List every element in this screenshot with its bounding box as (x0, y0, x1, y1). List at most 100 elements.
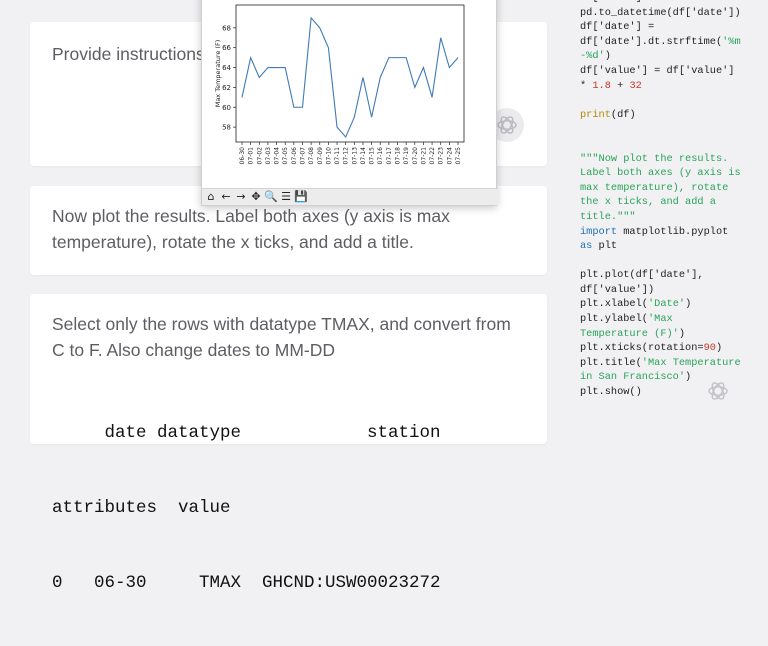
code-token: 1.8 (592, 80, 611, 92)
zoom-icon[interactable]: 🔍 (264, 190, 278, 204)
code-token: """Now plot the results. (580, 153, 728, 165)
x-tick-label: 07-02 (256, 147, 263, 165)
code-line: title.""" (580, 210, 741, 225)
x-tick-label: 07-20 (412, 147, 419, 165)
output-line: attributes value (52, 496, 441, 521)
code-token: import (580, 226, 617, 238)
code-token: df['value']) (580, 284, 654, 296)
code-line: plt.xlabel('Date') (580, 297, 741, 312)
matplotlib-figure-window[interactable]: 58 60 62 64 66 68 06-3007-0107-0207-0307-04 07-… (201, 0, 497, 206)
code-token: ) (679, 328, 685, 340)
code-token: plt.show() (580, 386, 642, 398)
code-line: ​ (580, 93, 741, 108)
code-line: plt.title('Max Temperature (580, 356, 741, 371)
code-line: * 1.8 + 32 (580, 79, 741, 94)
code-line: print(df) (580, 108, 741, 123)
code-token: max temperature), rotate (580, 182, 728, 194)
code-token: 'Max Temperature (642, 357, 741, 369)
x-tick-label: 07-13 (351, 147, 358, 165)
python-code-block: df['date'] =pd.to_datetime(df['date'])df… (580, 0, 741, 400)
code-panel: df['date'] =pd.to_datetime(df['date'])df… (560, 0, 768, 432)
code-token: '%m (722, 36, 741, 48)
x-tick-label: 07-21 (420, 147, 427, 165)
y-tick-label: 62 (222, 84, 231, 92)
y-tick-label: 64 (222, 64, 231, 72)
x-tick-label: 07-17 (386, 147, 393, 165)
code-token: plt.xticks(rotation= (580, 342, 704, 354)
code-token: plt.title( (580, 357, 642, 369)
x-tick-label: 07-18 (395, 147, 402, 165)
x-tick-label: 07-08 (308, 147, 315, 165)
save-icon[interactable]: 💾 (294, 190, 308, 204)
code-token: plt.ylabel( (580, 313, 648, 325)
code-token: title.""" (580, 211, 636, 223)
code-line: pd.to_datetime(df['date']) (580, 6, 741, 21)
code-token: df['date'].dt.strftime( (580, 36, 722, 48)
code-line: df['value']) (580, 283, 741, 298)
code-line: plt.xticks(rotation=90) (580, 341, 741, 356)
code-token: df['date'] = (580, 0, 654, 4)
home-icon[interactable]: ⌂ (204, 190, 218, 204)
output-line: 0 06-30 TMAX GHCND:USW00023272 (52, 571, 441, 596)
x-tick-label: 06-30 (239, 147, 246, 165)
x-tick-label: 07-19 (403, 147, 410, 165)
prompt-card-select-rows[interactable]: Select only the rows with datatype TMAX,… (30, 294, 547, 444)
code-token: the x ticks, and add a (580, 196, 716, 208)
code-line: Temperature (F)') (580, 327, 741, 342)
x-tick-label: 07-12 (343, 147, 350, 165)
y-tick-label: 60 (222, 104, 231, 112)
code-line: ​ (580, 122, 741, 137)
y-tick-label: 68 (222, 24, 231, 32)
code-line: plt.show() (580, 385, 741, 400)
pan-icon[interactable]: ✥ (249, 190, 263, 204)
code-token: Temperature (F)' (580, 328, 679, 340)
output-line: date datatype station (52, 421, 441, 446)
code-line: max temperature), rotate (580, 181, 741, 196)
prompt-text: Select only the rows with datatype TMAX,… (52, 311, 525, 363)
forward-arrow-icon[interactable]: → (234, 190, 248, 204)
y-axis-label: Max Temperature (F) (214, 40, 222, 108)
figure-toolbar: ⌂←→✥🔍☰💾 (202, 188, 498, 205)
code-token: 'Date' (648, 298, 685, 310)
x-tick-label: 07-07 (299, 147, 306, 165)
code-line: as plt (580, 239, 741, 254)
x-tick-label: 07-11 (334, 147, 341, 165)
x-tick-label: 07-06 (291, 147, 298, 165)
y-tick-label: 66 (222, 44, 231, 52)
code-token: 90 (704, 342, 716, 354)
configure-icon[interactable]: ☰ (279, 190, 293, 204)
prompt-text: Now plot the results. Label both axes (y… (52, 203, 525, 255)
code-token: plt (592, 240, 617, 252)
code-line: df['value'] = df['value'] (580, 64, 741, 79)
code-line: ​ (580, 137, 741, 152)
code-line: the x ticks, and add a (580, 195, 741, 210)
code-token: print (580, 109, 611, 121)
code-token: (df) (611, 109, 636, 121)
code-line: df['date'].dt.strftime('%m (580, 35, 741, 50)
code-token: ) (605, 50, 611, 62)
x-tick-label: 07-04 (274, 147, 281, 165)
code-token: ) (685, 298, 691, 310)
code-token: df['value'] = df['value'] (580, 65, 734, 77)
code-token: ) (685, 371, 691, 383)
chat-column: Provide instructions Now plot the result… (0, 0, 572, 432)
code-token: matplotlib.pyplot (617, 226, 728, 238)
code-token: -%d' (580, 50, 605, 62)
plot-area (236, 5, 464, 142)
temperature-line-chart: 58 60 62 64 66 68 06-3007-0107-0207-0307-04 07-… (202, 0, 496, 189)
code-token: df['date'] = (580, 21, 654, 33)
code-line: plt.plot(df['date'], (580, 268, 741, 283)
code-token: 32 (629, 80, 641, 92)
code-token: plt.xlabel( (580, 298, 648, 310)
code-line: df['date'] = (580, 20, 741, 35)
code-line: """Now plot the results. (580, 152, 741, 167)
back-arrow-icon[interactable]: ← (219, 190, 233, 204)
x-tick-label: 07-01 (248, 147, 255, 165)
x-tick-label: 07-03 (265, 147, 272, 165)
y-tick-label: 58 (222, 124, 231, 132)
code-token: * (580, 80, 592, 92)
x-tick-label: 07-15 (369, 147, 376, 165)
code-token: pd.to_datetime(df['date']) (580, 7, 741, 19)
x-tick-label: 07-14 (360, 147, 367, 165)
code-token: Label both axes (y axis is (580, 167, 741, 179)
